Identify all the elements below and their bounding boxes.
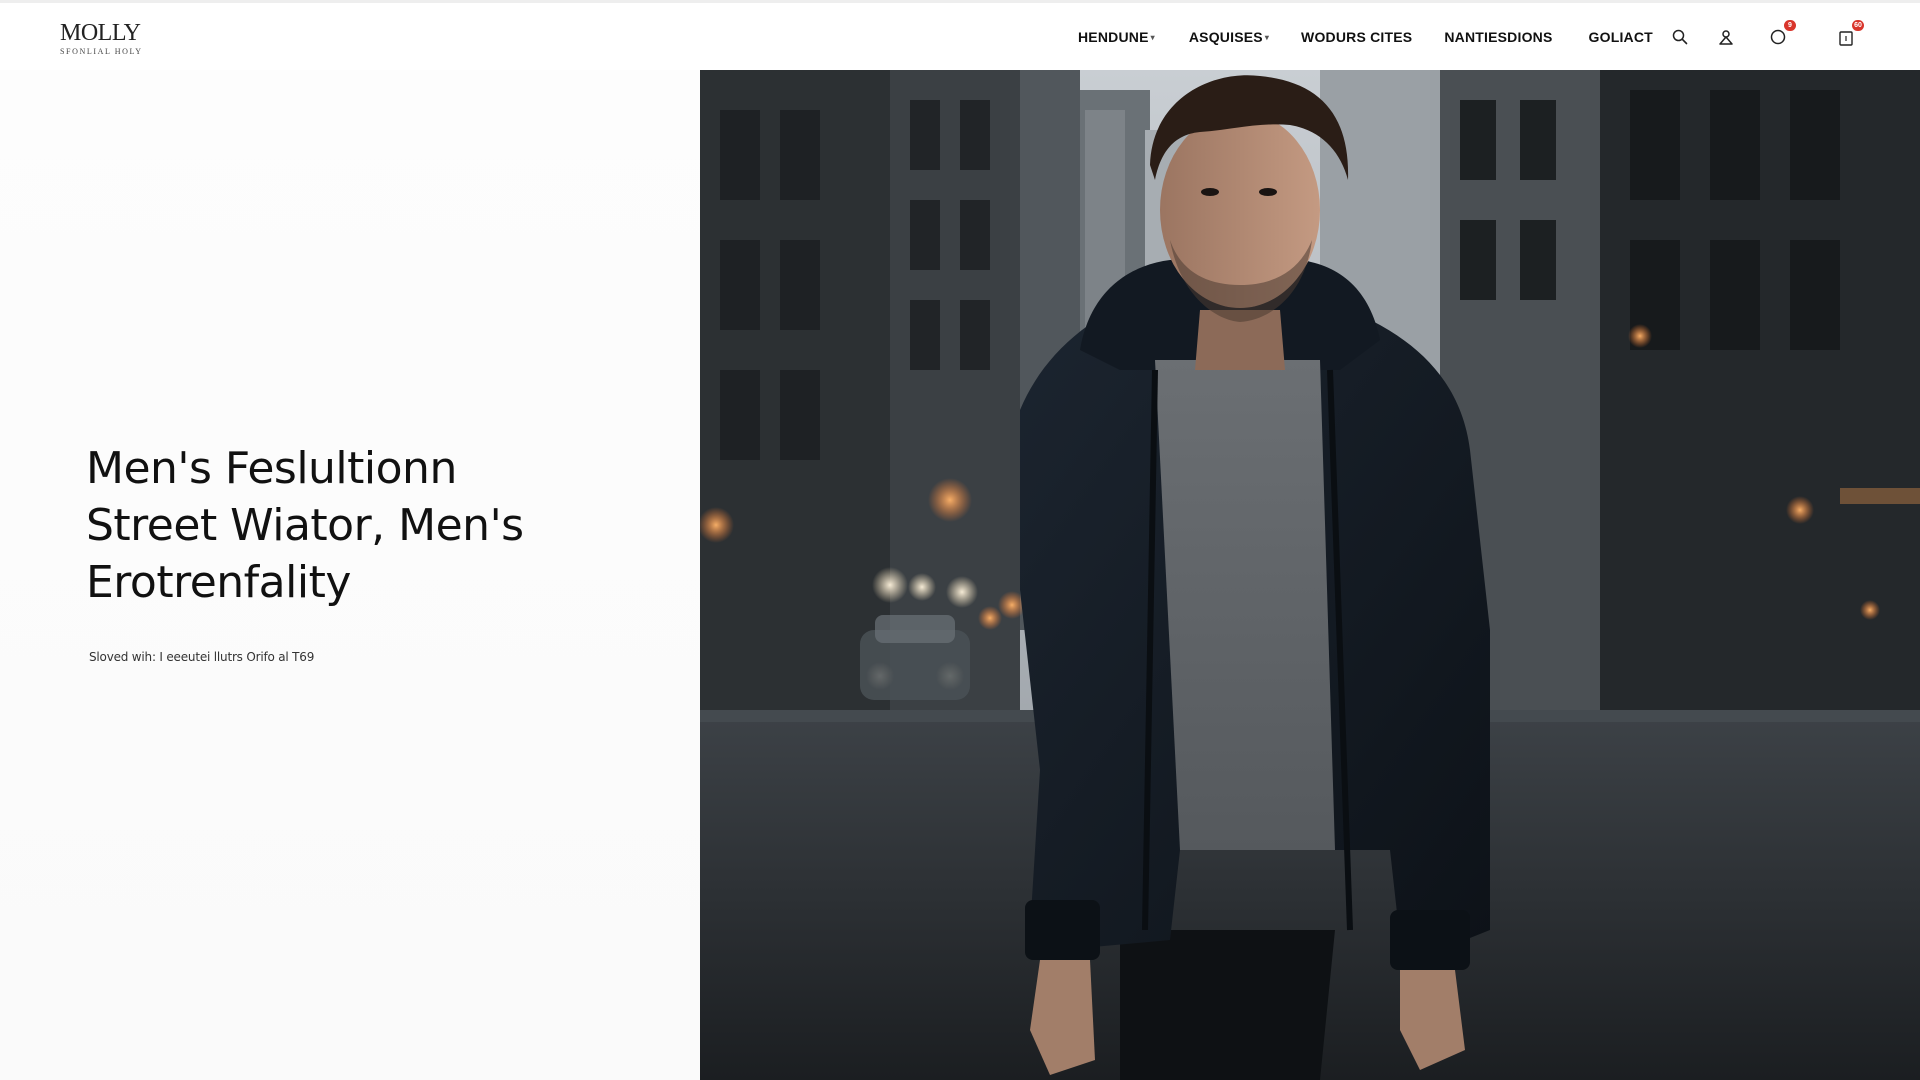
chevron-down-icon: ▾	[1264, 32, 1270, 42]
hero-title-line: Men's Feslultionn	[86, 443, 457, 494]
site-header: MOLLY SFONLIAL HOLY HENDUNE ▾ ASQUISES ▾…	[0, 0, 1920, 70]
cart-badge: 60	[1852, 20, 1864, 31]
nav-item-hendune[interactable]: HENDUNE ▾	[1078, 29, 1155, 45]
hero-title-line: Street Wiator, Men's	[86, 500, 524, 551]
nav-item-label: WODURS CITES	[1301, 29, 1413, 45]
hero-photo	[700, 70, 1920, 1080]
nav-item-nantiesdions[interactable]: NANTIESDIONS	[1444, 29, 1552, 45]
account-button[interactable]	[1714, 25, 1738, 49]
user-icon	[1719, 30, 1733, 45]
bag-icon	[1839, 31, 1853, 46]
heart-icon	[1770, 29, 1786, 45]
wishlist-badge: 9	[1784, 20, 1796, 31]
search-button[interactable]	[1668, 25, 1692, 49]
hero-photo-illustration	[700, 70, 1920, 1080]
brand-logo[interactable]: MOLLY SFONLIAL HOLY	[60, 21, 143, 56]
nav-item-label: NANTIESDIONS	[1444, 29, 1553, 45]
wishlist-button[interactable]: 9	[1766, 20, 1796, 49]
nav-item-goliact[interactable]: GOLIACT	[1589, 29, 1653, 45]
hero-text-panel: Men's Feslultionn Street Wiator, Men's E…	[0, 70, 700, 1080]
main-nav: HENDUNE ▾ ASQUISES ▾ WODURS CITES NANTIE…	[1078, 29, 1653, 45]
nav-item-wodurs-cites[interactable]: WODURS CITES	[1301, 29, 1412, 45]
hero-title: Men's Feslultionn Street Wiator, Men's E…	[86, 440, 606, 611]
nav-item-label: GOLIACT	[1588, 29, 1653, 45]
cart-button[interactable]: 60	[1834, 20, 1864, 49]
nav-item-asquises[interactable]: ASQUISES ▾	[1189, 29, 1269, 45]
brand-name: MOLLY	[60, 20, 141, 46]
brand-tagline: SFONLIAL HOLY	[60, 47, 143, 56]
chevron-down-icon: ▾	[1150, 32, 1155, 42]
page: MOLLY SFONLIAL HOLY HENDUNE ▾ ASQUISES ▾…	[0, 0, 1920, 1080]
hero-subtitle: Sloved wih: I eeeutei llutrs Orifo al T6…	[89, 650, 315, 664]
nav-item-label: HENDUNE	[1078, 29, 1149, 45]
search-icon	[1672, 29, 1688, 45]
header-icons: 9 60	[1668, 20, 1864, 49]
hero-title-line: Erotrenfality	[86, 557, 351, 608]
nav-item-label: ASQUISES	[1188, 29, 1263, 45]
